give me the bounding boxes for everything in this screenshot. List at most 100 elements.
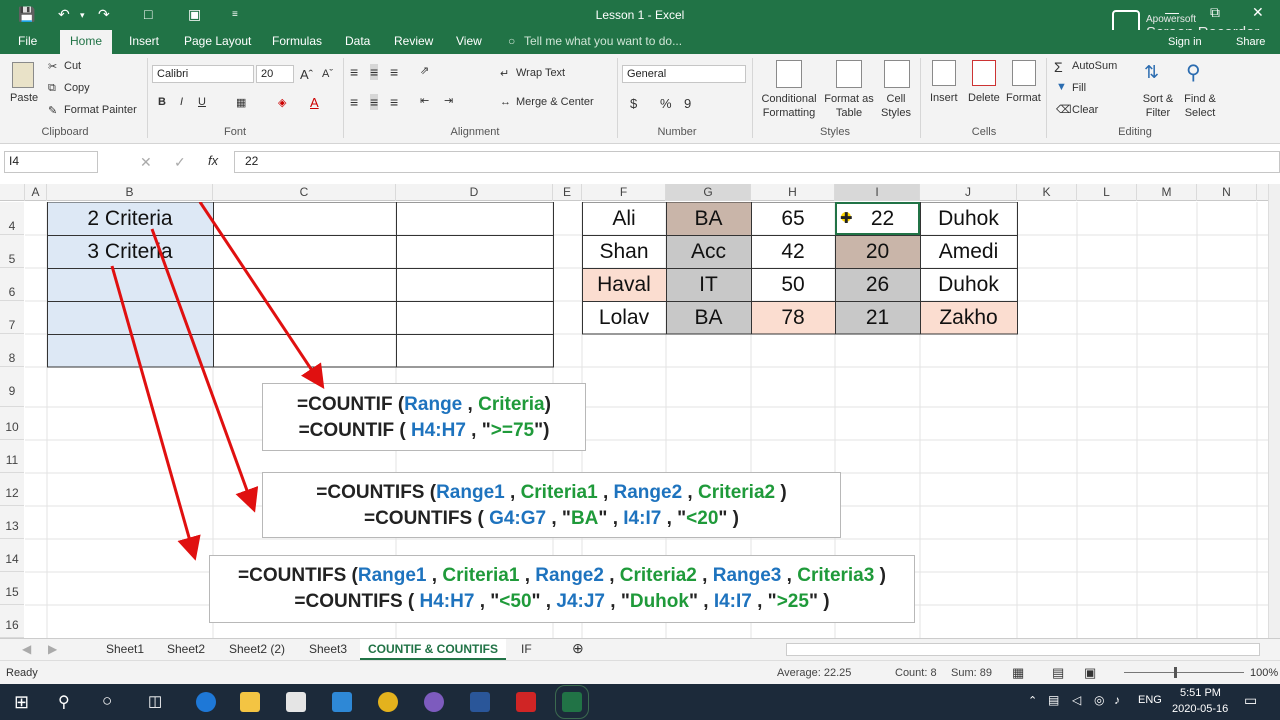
- sort-filter-icon[interactable]: ⇅: [1144, 62, 1159, 83]
- tab-home[interactable]: Home: [60, 30, 113, 54]
- format-painter-button[interactable]: Format Painter: [64, 104, 137, 116]
- clock-date[interactable]: 2020-05-16: [1172, 703, 1228, 715]
- comma-button[interactable]: 9: [684, 96, 691, 111]
- merge-center-icon[interactable]: ↔: [500, 96, 511, 108]
- speaker-icon[interactable]: ♪: [1114, 693, 1120, 707]
- sheet-tab[interactable]: Sheet3: [309, 642, 347, 656]
- wrap-text-icon[interactable]: ↵: [500, 67, 509, 80]
- enter-icon[interactable]: ✓: [174, 154, 186, 171]
- task-view-icon[interactable]: ◫: [148, 692, 162, 710]
- cell-styles-icon[interactable]: [884, 60, 910, 88]
- italic-button[interactable]: I: [180, 96, 183, 108]
- sheet-tab[interactable]: Sheet2 (2): [229, 642, 285, 656]
- align-bottom-icon[interactable]: ≡: [390, 64, 398, 80]
- find-select-button[interactable]: Find & Select: [1178, 92, 1222, 120]
- tray-chevron-icon[interactable]: ⌃: [1028, 694, 1037, 707]
- clear-button[interactable]: Clear: [1072, 104, 1098, 116]
- excel-icon[interactable]: [555, 685, 589, 719]
- tell-me-search[interactable]: Tell me what you want to do...: [524, 34, 682, 48]
- zoom-slider[interactable]: [1124, 672, 1244, 673]
- fill-color-icon[interactable]: ◈: [278, 96, 286, 109]
- sheet-tab[interactable]: Sheet1: [106, 642, 144, 656]
- column-header[interactable]: L: [1077, 184, 1137, 201]
- page-break-view-icon[interactable]: ▣: [1084, 665, 1096, 681]
- font-color-icon[interactable]: A: [310, 95, 319, 110]
- fill-button[interactable]: Fill: [1072, 82, 1086, 94]
- align-right-icon[interactable]: ≡: [390, 94, 398, 110]
- align-center-icon[interactable]: ≡: [370, 94, 379, 110]
- column-header[interactable]: B: [47, 184, 213, 201]
- fill-icon[interactable]: ▼: [1056, 81, 1067, 93]
- paste-button[interactable]: Paste: [10, 92, 38, 104]
- prev-sheet-icon[interactable]: ◀: [22, 642, 31, 656]
- column-header[interactable]: G: [666, 184, 751, 201]
- search-icon[interactable]: ⚲: [58, 692, 70, 712]
- new-sheet-icon[interactable]: ⊕: [572, 640, 584, 657]
- network-icon[interactable]: ▤: [1048, 693, 1059, 707]
- sheet-tab[interactable]: IF: [521, 642, 532, 656]
- column-header[interactable]: K: [1017, 184, 1077, 201]
- zoom-slider-thumb[interactable]: [1174, 667, 1177, 678]
- column-header[interactable]: E: [553, 184, 582, 201]
- formula-input[interactable]: 22: [234, 151, 1280, 173]
- column-header[interactable]: H: [751, 184, 835, 201]
- tab-insert[interactable]: Insert: [129, 34, 159, 48]
- copy-icon[interactable]: ⧉: [48, 82, 56, 95]
- tab-data[interactable]: Data: [345, 34, 370, 48]
- find-select-icon[interactable]: ⚲: [1186, 60, 1201, 85]
- store-icon[interactable]: [286, 692, 306, 712]
- align-top-icon[interactable]: ≡: [350, 64, 358, 80]
- borders-icon[interactable]: ▦: [236, 96, 246, 109]
- column-header[interactable]: J: [920, 184, 1017, 201]
- conditional-formatting-button[interactable]: Conditional Formatting: [758, 92, 820, 120]
- name-box[interactable]: I4: [4, 151, 98, 173]
- number-format-select[interactable]: General: [622, 65, 746, 83]
- cell-styles-button[interactable]: Cell Styles: [876, 92, 916, 120]
- column-header[interactable]: I: [835, 184, 920, 201]
- currency-button[interactable]: $: [630, 96, 637, 111]
- page-layout-view-icon[interactable]: ▤: [1052, 665, 1064, 681]
- format-cells-button[interactable]: Format: [1006, 92, 1041, 104]
- insert-function-button[interactable]: fx: [208, 153, 218, 168]
- close-icon[interactable]: ✕: [1252, 4, 1264, 21]
- insert-cells-button[interactable]: Insert: [930, 92, 958, 104]
- conditional-formatting-icon[interactable]: [776, 60, 802, 88]
- language-indicator[interactable]: ENG: [1138, 694, 1162, 706]
- cut-icon[interactable]: ✂: [48, 60, 57, 73]
- share-button[interactable]: Share: [1236, 36, 1265, 48]
- column-header[interactable]: N: [1197, 184, 1257, 201]
- sheet-tab[interactable]: Sheet2: [167, 642, 205, 656]
- normal-view-icon[interactable]: ▦: [1012, 665, 1024, 681]
- font-name-select[interactable]: Calibri: [152, 65, 254, 83]
- zoom-level[interactable]: 100%: [1250, 667, 1278, 679]
- worksheet-grid[interactable]: 4 5 6 7 8 9 10 11 12 13 14 15 16 2 Crite…: [0, 202, 1268, 638]
- word-icon[interactable]: [470, 692, 490, 712]
- clock-time[interactable]: 5:51 PM: [1180, 687, 1221, 699]
- cancel-icon[interactable]: ✕: [140, 154, 152, 171]
- increase-indent-icon[interactable]: ⇥: [444, 94, 453, 107]
- next-sheet-icon[interactable]: ▶: [48, 642, 57, 656]
- copy-button[interactable]: Copy: [64, 82, 90, 94]
- clear-icon[interactable]: ⌫: [1056, 103, 1072, 116]
- cortana-icon[interactable]: ○: [102, 691, 112, 711]
- chrome-icon[interactable]: [378, 692, 398, 712]
- sheet-tab-active[interactable]: COUNTIF & COUNTIFS: [360, 639, 506, 660]
- merge-center-button[interactable]: Merge & Center: [516, 96, 594, 108]
- align-left-icon[interactable]: ≡: [350, 94, 358, 110]
- column-header[interactable]: F: [582, 184, 666, 201]
- format-as-table-icon[interactable]: [836, 60, 862, 88]
- align-middle-icon[interactable]: ≡: [370, 64, 379, 80]
- tab-file[interactable]: File: [18, 34, 37, 48]
- sign-in-link[interactable]: Sign in: [1168, 36, 1202, 48]
- edge-icon[interactable]: [196, 692, 216, 712]
- viber-icon[interactable]: [424, 692, 444, 712]
- tab-formulas[interactable]: Formulas: [272, 34, 322, 48]
- format-cells-icon[interactable]: [1012, 60, 1036, 86]
- mail-icon[interactable]: [332, 692, 352, 712]
- format-painter-icon[interactable]: ✎: [48, 104, 57, 117]
- tab-review[interactable]: Review: [394, 34, 433, 48]
- minimize-icon[interactable]: —: [1165, 4, 1179, 20]
- autosum-button[interactable]: AutoSum: [1072, 60, 1117, 72]
- windows-start-icon[interactable]: ⊞: [14, 692, 29, 713]
- restore-icon[interactable]: ⧉: [1210, 4, 1220, 21]
